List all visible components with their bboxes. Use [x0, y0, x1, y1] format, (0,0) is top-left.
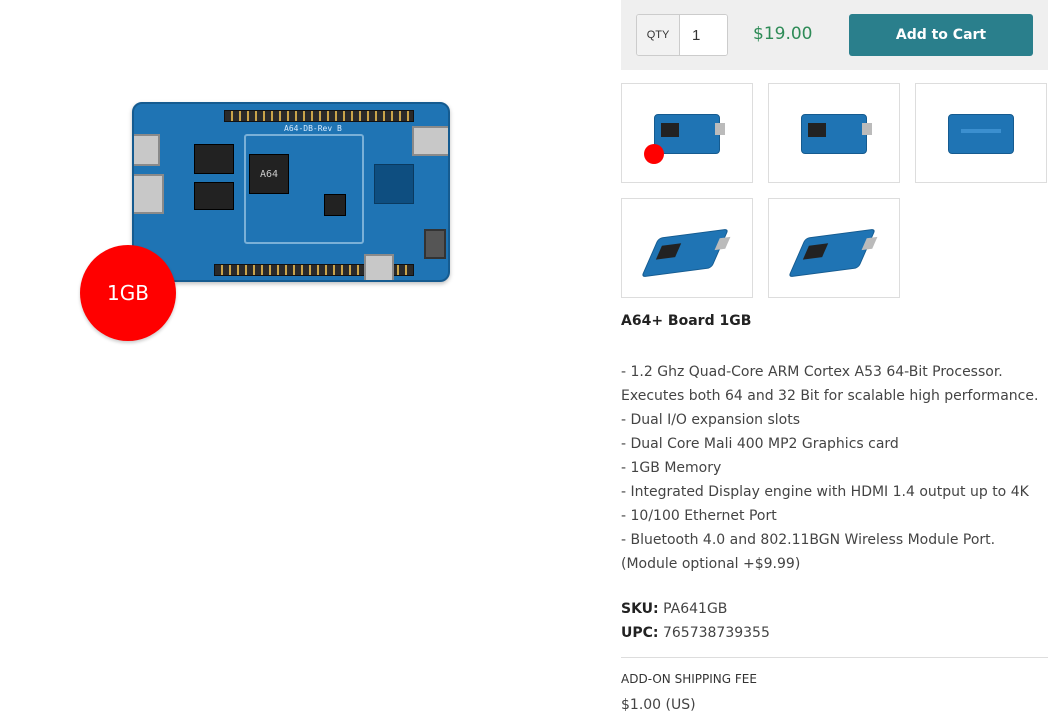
section-divider — [621, 657, 1048, 658]
purchase-bar: QTY $19.00 Add to Cart — [621, 0, 1048, 70]
upc-label: UPC: — [621, 625, 659, 641]
feature-item: - Dual Core Mali 400 MP2 Graphics card — [621, 436, 899, 452]
quantity-field: QTY — [636, 14, 728, 56]
board-top-thumbnail-icon — [801, 114, 872, 154]
product-title: A64+ Board 1GB — [621, 313, 752, 329]
usb-port — [412, 126, 448, 156]
gpio-header-top — [224, 110, 414, 122]
thumbnail-1[interactable] — [621, 83, 753, 183]
board-angled-ports-thumbnail-icon — [788, 228, 876, 278]
thumbnail-5[interactable] — [768, 198, 900, 298]
price: $19.00 — [753, 24, 813, 44]
board-bottom-thumbnail-icon — [948, 114, 1014, 154]
add-to-cart-button[interactable]: Add to Cart — [849, 14, 1033, 56]
sku-row: SKU: PA641GB — [621, 601, 727, 617]
sku-value: PA641GB — [663, 601, 728, 617]
thumbnail-3[interactable] — [915, 83, 1047, 183]
memory-chip — [194, 182, 234, 210]
feature-item: - 1GB Memory — [621, 460, 722, 476]
soc-chip: A64 — [249, 154, 289, 194]
thumbnail-4[interactable] — [621, 198, 753, 298]
controller-chip — [324, 194, 346, 216]
upc-value: 765738739355 — [662, 625, 770, 641]
memory-chip — [194, 144, 234, 174]
feature-item: - 1.2 Ghz Quad-Core ARM Cortex A53 64-Bi… — [621, 364, 1039, 404]
quantity-input[interactable] — [680, 15, 727, 55]
sd-card-slot — [364, 254, 394, 280]
hdmi-port — [134, 134, 160, 166]
board-illustration: A64 A64-DB-Rev B — [132, 102, 450, 282]
board-top-with-badge-thumbnail-icon — [654, 114, 725, 154]
badge-dot-icon — [644, 144, 664, 164]
board-angled-thumbnail-icon — [641, 228, 729, 278]
main-product-image[interactable]: A64 A64-DB-Rev B 1GB — [70, 90, 470, 350]
ethernet-port — [134, 174, 164, 214]
shipping-fee-label: ADD-ON SHIPPING FEE — [621, 672, 757, 686]
board-model-text: A64-DB-Rev B — [284, 124, 342, 133]
expansion-area — [374, 164, 414, 204]
feature-item: - 10/100 Ethernet Port — [621, 508, 777, 524]
memory-badge: 1GB — [80, 245, 176, 341]
audio-jack — [424, 229, 446, 259]
upc-row: UPC: 765738739355 — [621, 625, 770, 641]
thumbnail-2[interactable] — [768, 83, 900, 183]
feature-item: - Dual I/O expansion slots — [621, 412, 800, 428]
shipping-fee-value: $1.00 (US) — [621, 697, 696, 713]
feature-item: - Integrated Display engine with HDMI 1.… — [621, 484, 1029, 500]
sku-label: SKU: — [621, 601, 659, 617]
feature-list: - 1.2 Ghz Quad-Core ARM Cortex A53 64-Bi… — [621, 360, 1041, 576]
memory-badge-label: 1GB — [107, 281, 149, 305]
soc-chip-label: A64 — [259, 168, 279, 180]
quantity-label: QTY — [637, 15, 680, 55]
feature-item: - Bluetooth 4.0 and 802.11BGN Wireless M… — [621, 532, 996, 572]
